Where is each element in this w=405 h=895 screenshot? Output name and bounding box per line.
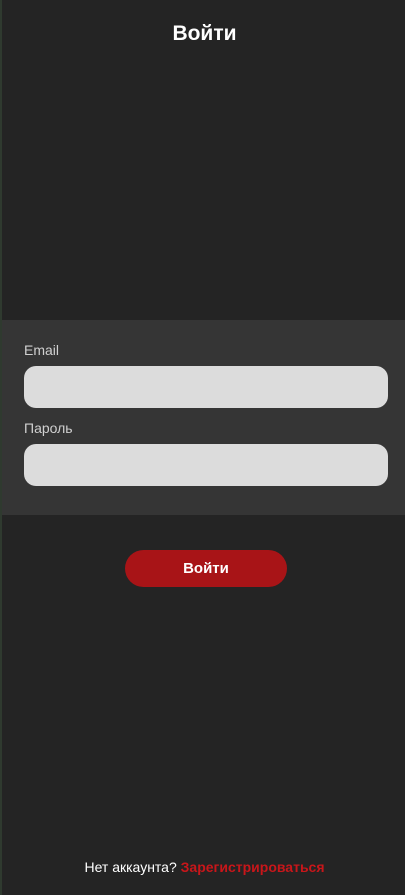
login-button[interactable]: Войти — [125, 550, 287, 587]
login-screen: Войти Email Пароль Войти Нет аккаунта? З… — [0, 0, 405, 895]
signup-prompt-row: Нет аккаунта? Зарегистрироваться — [2, 858, 405, 876]
signup-link[interactable]: Зарегистрироваться — [181, 859, 325, 875]
password-field[interactable] — [24, 444, 388, 486]
email-field[interactable] — [24, 366, 388, 408]
password-label: Пароль — [24, 420, 73, 436]
login-form-panel: Email Пароль — [2, 320, 405, 515]
signup-prompt-text: Нет аккаунта? — [84, 859, 181, 875]
email-label: Email — [24, 342, 60, 358]
page-title: Войти — [172, 22, 237, 45]
